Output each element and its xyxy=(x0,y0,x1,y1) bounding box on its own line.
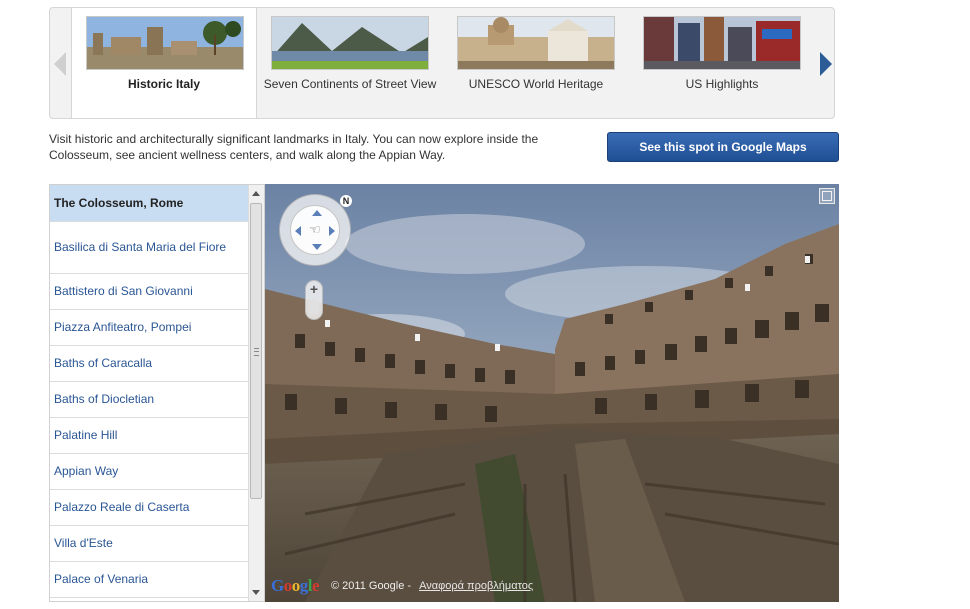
seven-continents-thumbnail xyxy=(271,16,429,70)
tab-unesco-world-heritage[interactable]: UNESCO World Heritage xyxy=(443,8,629,118)
zoom-control[interactable]: + xyxy=(305,280,323,320)
list-item-palazzo-reale[interactable]: Palazzo Reale di Caserta xyxy=(50,490,248,526)
list-item-colosseum[interactable]: The Colosseum, Rome xyxy=(50,185,248,222)
tab-label: US Highlights xyxy=(685,77,759,91)
collection-description: Visit historic and architecturally signi… xyxy=(49,132,539,162)
expand-icon[interactable] xyxy=(819,188,835,204)
list-item-palace-venaria[interactable]: Palace of Venaria xyxy=(50,562,248,598)
scroll-up-arrow-icon[interactable] xyxy=(252,191,260,196)
list-item-baths-caracalla[interactable]: Baths of Caracalla xyxy=(50,346,248,382)
street-view-panorama[interactable]: ☜ N + Google © 2011 Google - Αναφορά προ… xyxy=(265,184,839,602)
pan-down-arrow-icon[interactable] xyxy=(312,244,322,250)
google-logo: Google xyxy=(271,576,320,595)
carousel-next-arrow-icon[interactable] xyxy=(820,52,832,76)
list-item-villa-deste[interactable]: Villa d'Este xyxy=(50,526,248,562)
compass-north-icon: N xyxy=(340,195,352,207)
zoom-in-button[interactable]: + xyxy=(306,281,322,297)
see-in-google-maps-button[interactable]: See this spot in Google Maps xyxy=(607,132,839,162)
pan-control-inner: ☜ xyxy=(290,205,340,255)
carousel-prev-arrow-icon[interactable] xyxy=(54,52,66,76)
list-item-baths-diocletian[interactable]: Baths of Diocletian xyxy=(50,382,248,418)
hand-icon: ☜ xyxy=(309,222,321,237)
list-item-palatine-hill[interactable]: Palatine Hill xyxy=(50,418,248,454)
unesco-thumbnail xyxy=(457,16,615,70)
scrollbar-thumb[interactable] xyxy=(250,203,262,499)
list-item-battistero[interactable]: Battistero di San Giovanni xyxy=(50,274,248,310)
scroll-down-arrow-icon[interactable] xyxy=(252,590,260,595)
location-list: The Colosseum, Rome Basilica di Santa Ma… xyxy=(49,184,265,602)
zoom-slider-handle[interactable] xyxy=(309,299,319,315)
tab-label: UNESCO World Heritage xyxy=(468,77,604,91)
list-item-appian-way[interactable]: Appian Way xyxy=(50,454,248,490)
report-problem-link[interactable]: Αναφορά προβλήματος xyxy=(419,580,533,592)
historic-italy-thumbnail xyxy=(86,16,244,70)
copyright-text: © 2011 Google - xyxy=(331,580,412,592)
tab-us-highlights[interactable]: US Highlights xyxy=(629,8,815,118)
grip-icon xyxy=(254,348,259,356)
location-list-items: The Colosseum, Rome Basilica di Santa Ma… xyxy=(50,185,248,598)
pano-footer: Google © 2011 Google - Αναφορά προβλήματ… xyxy=(271,576,533,596)
tab-historic-italy[interactable]: Historic Italy xyxy=(71,8,257,118)
pan-right-arrow-icon[interactable] xyxy=(329,226,335,236)
tab-label: Historic Italy xyxy=(127,77,201,91)
tab-label: Seven Continents of Street View xyxy=(263,77,437,91)
tab-seven-continents[interactable]: Seven Continents of Street View xyxy=(257,8,443,118)
list-item-piazza-anfiteatro[interactable]: Piazza Anfiteatro, Pompei xyxy=(50,310,248,346)
colosseum-interior-scene xyxy=(265,184,839,602)
list-scrollbar[interactable] xyxy=(248,185,264,601)
pan-left-arrow-icon[interactable] xyxy=(295,226,301,236)
us-highlights-thumbnail xyxy=(643,16,801,70)
pan-up-arrow-icon[interactable] xyxy=(312,210,322,216)
list-item-basilica[interactable]: Basilica di Santa Maria del Fiore xyxy=(50,222,248,274)
collection-carousel: Historic Italy Seven Continents of Stree… xyxy=(49,7,835,119)
pan-control[interactable]: ☜ N xyxy=(279,194,352,266)
